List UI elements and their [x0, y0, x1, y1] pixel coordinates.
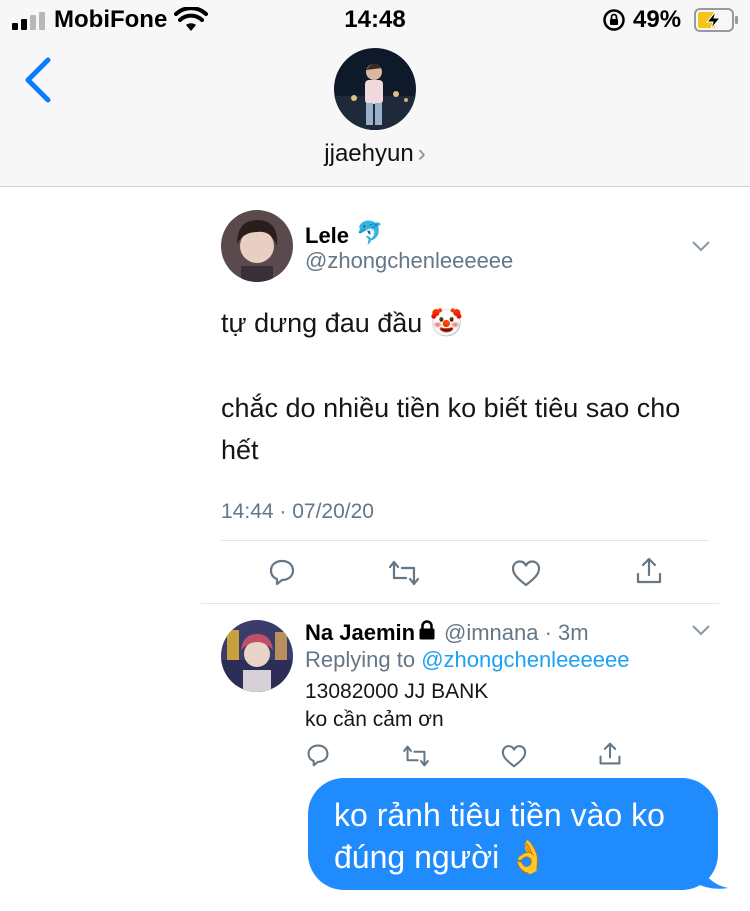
like-heart-icon[interactable]	[511, 559, 541, 587]
tweet-text-line-2: chắc do nhiều tiền ko biết tiêu sao cho	[221, 393, 681, 423]
lock-icon	[419, 620, 435, 640]
battery-percentage: 49%	[633, 6, 682, 33]
reply-handle-time[interactable]: @imnana · 3m	[444, 620, 589, 646]
conversation-header: MobiFone 14:48 49% jjaehyun ›	[0, 0, 750, 187]
message-text: ko rảnh tiêu tiền vào ko đúng người	[334, 797, 665, 875]
chevron-down-icon[interactable]	[691, 624, 711, 636]
share-icon[interactable]	[635, 557, 663, 585]
dolphin-emoji-icon: 🐬	[356, 220, 384, 245]
contact-name-label: jjaehyun	[324, 140, 414, 167]
like-heart-icon[interactable]	[501, 744, 527, 768]
sent-message-bubble[interactable]: ko rảnh tiêu tiền vào ko đúng người 👌	[308, 778, 718, 890]
reply-text-line-2: ko cần cảm ơn	[305, 708, 444, 731]
tweet-text-line-3: hết	[221, 435, 259, 465]
tweet-author-name[interactable]: Lele	[305, 223, 349, 249]
tweet-timestamp[interactable]: 14:44 · 07/20/20	[221, 500, 374, 524]
back-chevron-icon[interactable]	[22, 56, 56, 104]
reply-icon[interactable]	[306, 743, 330, 767]
tweet-author-avatar[interactable]	[221, 210, 293, 282]
share-icon[interactable]	[598, 742, 622, 766]
battery-charging-icon	[694, 8, 738, 32]
reply-icon[interactable]	[268, 558, 296, 586]
reply-author-name[interactable]: Na Jaemin	[305, 620, 415, 646]
status-bar: MobiFone 14:48 49%	[0, 0, 750, 40]
chevron-down-icon[interactable]	[691, 240, 711, 252]
tweet-divider	[221, 540, 709, 541]
reply-text-line-1: 13082000 JJ BANK	[305, 680, 489, 703]
rotation-lock-icon	[603, 9, 625, 31]
contact-name[interactable]: jjaehyun ›	[0, 140, 750, 168]
contact-avatar[interactable]	[334, 48, 416, 130]
tweet-author-handle[interactable]: @zhongchenleeeeee	[305, 248, 513, 274]
reply-author-avatar[interactable]	[221, 620, 293, 692]
clown-emoji-icon: 🤡	[429, 308, 464, 338]
replying-to-handle[interactable]: @zhongchenleeeeee	[421, 647, 629, 672]
chevron-right-icon: ›	[417, 140, 426, 167]
replying-to: Replying to @zhongchenleeeeee	[305, 647, 629, 673]
reply-divider	[201, 603, 719, 604]
replying-to-label: Replying to	[305, 647, 416, 672]
retweet-icon[interactable]	[402, 745, 430, 767]
tweet-text-line: tự dưng đau đầu 🤡	[221, 302, 463, 344]
tweet-text-line-1: tự dưng đau đầu	[221, 308, 423, 338]
retweet-icon[interactable]	[388, 560, 420, 586]
ok-hand-emoji-icon: 👌	[508, 839, 548, 875]
